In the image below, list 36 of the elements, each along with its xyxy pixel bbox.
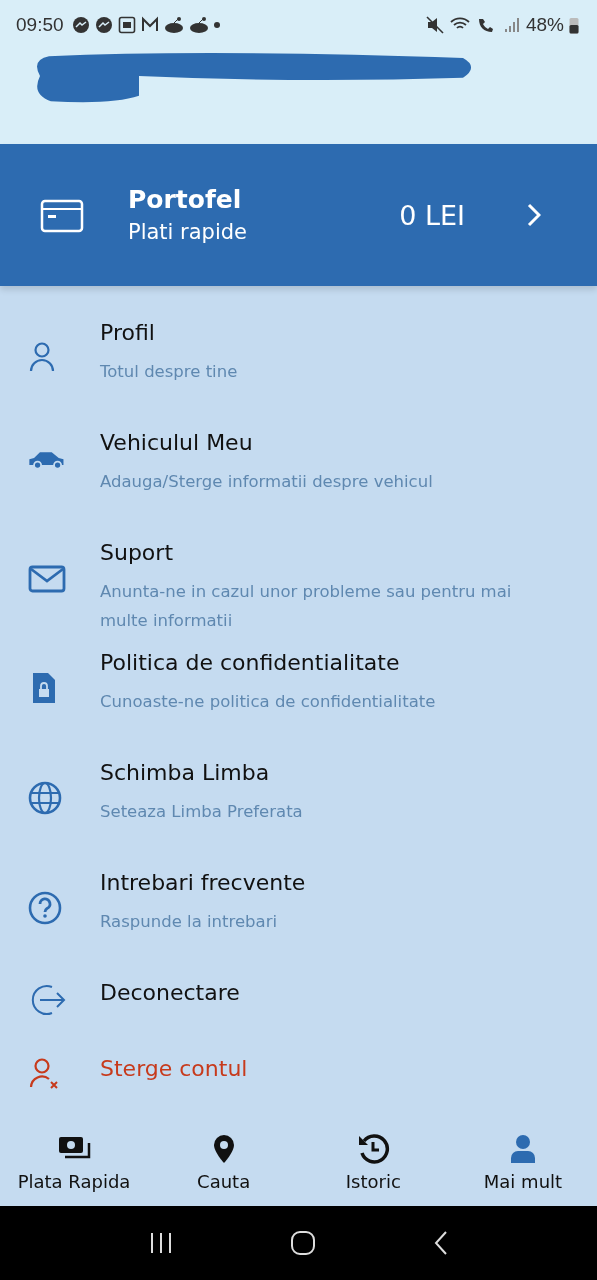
- menu-item[interactable]: Intrebari frecvente: [100, 869, 314, 898]
- calendar-icon: [117, 16, 136, 34]
- menu-item-description: Anunta-ne in cazul unor probleme sau pentru mai multe informatii: [100, 581, 513, 633]
- chevron-right-icon: [527, 203, 541, 228]
- menu-item-description: Adauga/Sterge informatii despre vehicul: [100, 471, 434, 494]
- wallet-subtitle: Plati rapide: [128, 219, 249, 247]
- menu-item[interactable]: Profil: [100, 319, 274, 348]
- wallet-title: Portofel: [128, 184, 243, 217]
- menu-item[interactable]: Vehiculul Meu: [100, 429, 469, 458]
- back-icon[interactable]: [432, 1229, 449, 1256]
- signal-icon: [502, 16, 521, 34]
- mail-m-icon: [140, 16, 159, 34]
- status-time: 09:50: [16, 14, 64, 36]
- nav-tab[interactable]: Mai mult: [452, 1131, 593, 1206]
- menu-item[interactable]: Sterge contul: [100, 1055, 248, 1084]
- battery-percentage: 48%: [525, 14, 564, 36]
- menu-item[interactable]: Politica de confidentialitate: [100, 649, 472, 678]
- nav-tab[interactable]: Istoric: [303, 1131, 444, 1206]
- menu-item[interactable]: Deconectare: [100, 979, 240, 1008]
- menu-item-description: Cunoaste-ne politica de confidentialitate: [100, 691, 437, 714]
- nav-tab[interactable]: Plata Rapida: [4, 1131, 144, 1206]
- nav-tab[interactable]: Cauta: [153, 1131, 294, 1206]
- menu-item-description: Raspunde la intrebari: [100, 911, 279, 934]
- wallet-banner[interactable]: Portofel Plati rapide 0 LEI: [0, 144, 597, 287]
- wallet-balance: 0 LEI: [399, 199, 465, 231]
- menu-item[interactable]: Schimba Limba: [100, 759, 339, 788]
- dot-icon: [213, 22, 220, 28]
- wallet-icon: [40, 197, 84, 234]
- chat-bubble-icon: [71, 16, 90, 34]
- home-icon[interactable]: [290, 1229, 317, 1256]
- battery-icon: [569, 16, 579, 34]
- menu-item-description: Totul despre tine: [100, 361, 239, 384]
- mute-icon: [425, 16, 444, 34]
- menu-item[interactable]: Suport: [100, 539, 597, 568]
- menu-item-description: Seteaza Limba Preferata: [100, 801, 304, 824]
- chat-bubble-icon: [94, 16, 113, 34]
